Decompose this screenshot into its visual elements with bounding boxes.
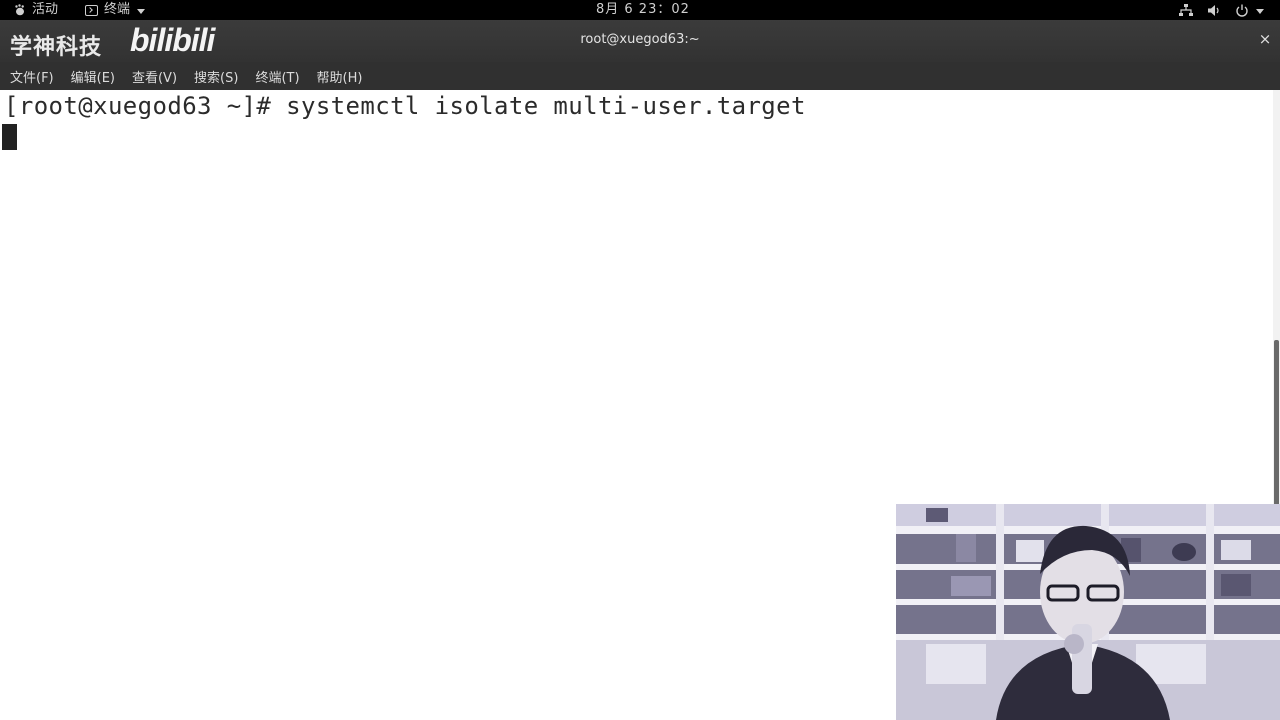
top-bar: 活动 终端 8月 6 23：02 (0, 0, 1280, 20)
menu-help[interactable]: 帮助(H) (317, 67, 363, 86)
system-tray[interactable] (1165, 1, 1264, 19)
app-menu-label: 终端 (104, 2, 131, 17)
webcam-overlay (896, 504, 1280, 720)
activities-button[interactable]: 活动 (14, 1, 58, 19)
terminal-app-icon (85, 4, 98, 16)
menu-terminal[interactable]: 终端(T) (255, 67, 299, 86)
app-menu-button[interactable]: 终端 (85, 1, 146, 19)
menu-view[interactable]: 查看(V) (132, 67, 177, 86)
network-icon[interactable] (1179, 3, 1193, 17)
window-titlebar[interactable]: 学神科技 bilibili root@xuegod63:~ × (0, 20, 1280, 62)
menu-file[interactable]: 文件(F) (10, 67, 54, 86)
close-button[interactable]: × (1258, 30, 1272, 48)
presenter-video-image (896, 504, 1280, 720)
activities-label: 活动 (32, 2, 59, 17)
command-line: [root@xuegod63 ~]# systemctl isolate mul… (4, 92, 806, 120)
menu-bar: 文件(F) 编辑(E) 查看(V) 搜索(S) 终端(T) 帮助(H) (0, 62, 1280, 90)
menu-search[interactable]: 搜索(S) (194, 67, 238, 86)
window-title: root@xuegod63:~ (580, 32, 700, 47)
tray-chevron-down-icon[interactable] (1256, 8, 1264, 14)
gnome-foot-icon (15, 4, 24, 16)
volume-icon[interactable] (1207, 4, 1221, 17)
chevron-down-icon (137, 8, 146, 14)
text-cursor (2, 124, 17, 150)
power-icon[interactable] (1235, 4, 1249, 17)
menu-edit[interactable]: 编辑(E) (71, 67, 115, 86)
clock[interactable]: 8月 6 23：02 (596, 1, 690, 19)
